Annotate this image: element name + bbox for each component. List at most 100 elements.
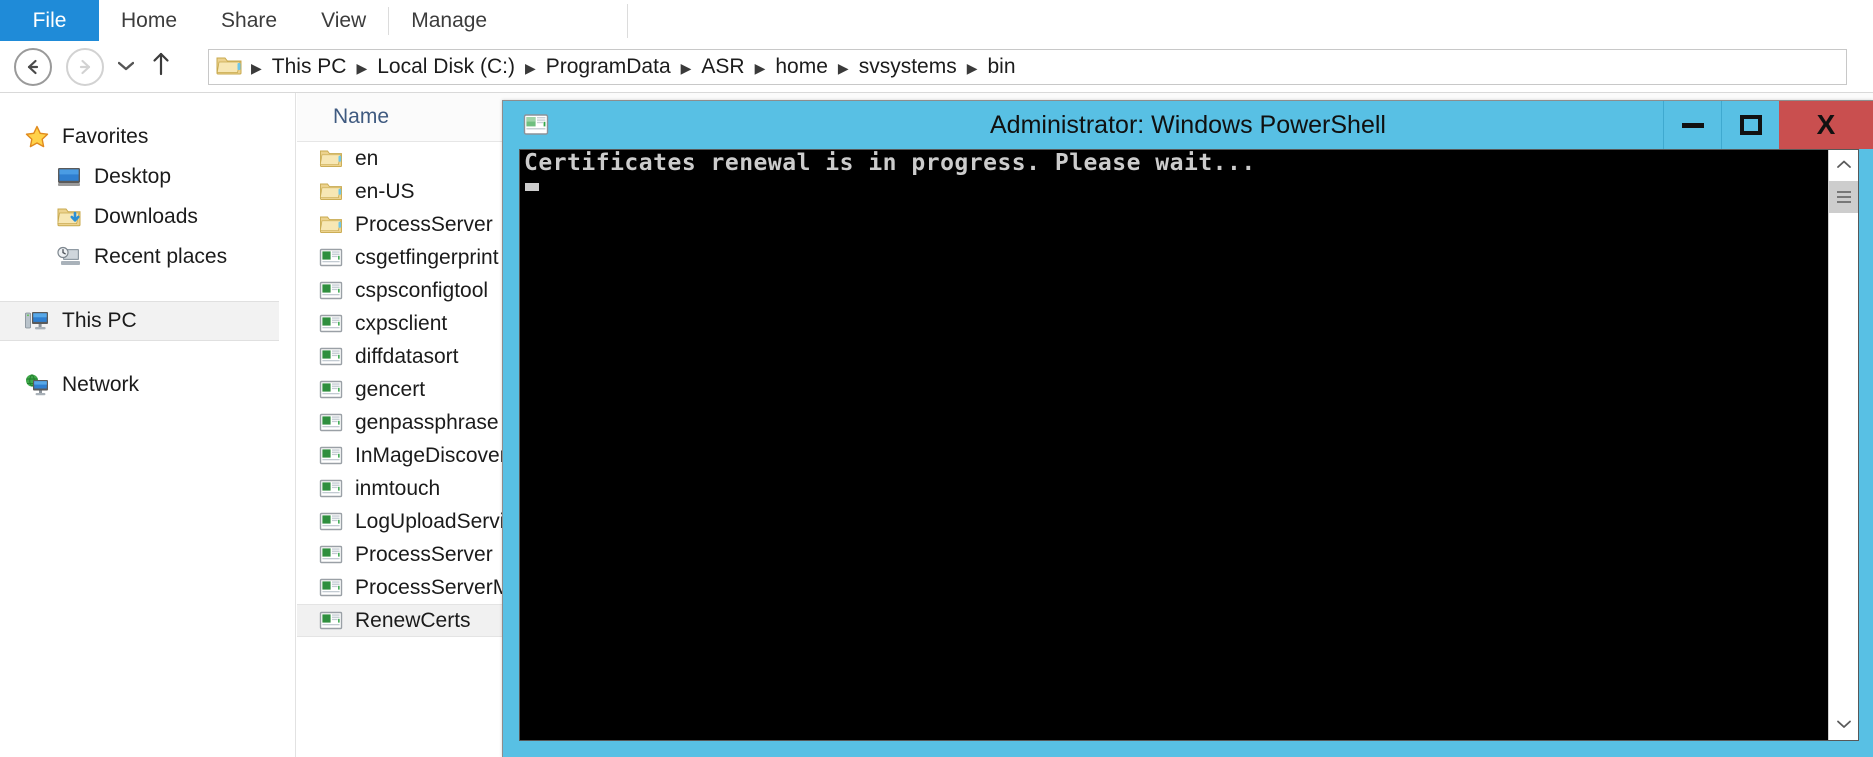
address-bar[interactable]: ▶ This PC ▶ Local Disk (C:) ▶ ProgramDat… (208, 49, 1847, 85)
network-icon (24, 372, 50, 398)
powershell-titlebar[interactable]: Administrator: Windows PowerShell X (503, 101, 1873, 149)
sidebar-item-desktop[interactable]: Desktop (0, 157, 295, 197)
scrollbar-thumb[interactable] (1829, 181, 1858, 213)
tab-file-label: File (32, 8, 67, 32)
breadcrumb-local-disk[interactable]: Local Disk (C:) (373, 55, 519, 79)
sidebar-label: This PC (62, 309, 137, 332)
breadcrumb-home[interactable]: home (771, 55, 832, 79)
tab-home[interactable]: Home (99, 0, 199, 41)
breadcrumb-svsystems[interactable]: svsystems (855, 55, 961, 79)
list-item-label: inmtouch (355, 476, 441, 500)
downloads-folder-icon (56, 204, 82, 230)
close-button[interactable]: X (1779, 101, 1873, 149)
sidebar-label: Network (62, 373, 140, 396)
minimize-icon (1681, 122, 1704, 128)
column-header-name[interactable]: Name (297, 105, 389, 129)
this-pc-icon (24, 308, 50, 334)
application-icon (319, 576, 343, 600)
ribbon-tab-strip: File Home Share View Manage (0, 0, 1873, 43)
application-icon (319, 477, 343, 501)
list-item-label: en-US (355, 179, 415, 203)
breadcrumb-arrow: ▶ (524, 60, 536, 76)
powershell-window[interactable]: Administrator: Windows PowerShell X Cert… (502, 100, 1873, 757)
scroll-up-button[interactable] (1829, 150, 1858, 180)
forward-button[interactable] (66, 48, 104, 86)
up-one-level-button[interactable] (146, 51, 176, 84)
back-button[interactable] (14, 48, 52, 86)
sidebar-item-favorites[interactable]: Favorites (0, 117, 295, 157)
tab-view-label: View (321, 8, 367, 32)
back-arrow-icon (23, 57, 43, 77)
navigation-pane: Favorites Desktop Downloads Recent place… (0, 93, 296, 757)
recent-places-icon (56, 244, 82, 270)
sidebar-label: Desktop (94, 165, 172, 188)
tab-share-label: Share (221, 8, 278, 32)
maximize-icon (1739, 115, 1762, 135)
console-output-line: Certificates renewal is in progress. Ple… (524, 150, 1256, 176)
powershell-console[interactable]: Certificates renewal is in progress. Ple… (519, 149, 1859, 741)
application-icon (319, 411, 343, 435)
tab-manage[interactable]: Manage (389, 0, 509, 41)
sidebar-label: Downloads (94, 205, 198, 228)
star-icon (24, 124, 50, 150)
breadcrumb-asr[interactable]: ASR (697, 55, 748, 79)
list-item-label: RenewCerts (355, 608, 471, 632)
breadcrumb-arrow: ▶ (754, 60, 766, 76)
list-item-label: genpassphrase (355, 410, 499, 434)
list-item-label: LogUploadService (355, 509, 527, 533)
console-cursor (525, 183, 539, 191)
sidebar-item-network[interactable]: Network (0, 365, 295, 405)
list-item-label: en (355, 146, 379, 170)
list-item-label: ProcessServer (355, 542, 493, 566)
scroll-down-button[interactable] (1829, 710, 1858, 740)
breadcrumb-arrow: ▶ (837, 60, 849, 76)
chevron-down-icon (117, 58, 135, 76)
maximize-button[interactable] (1721, 101, 1779, 149)
tab-file[interactable]: File (0, 0, 99, 41)
application-icon (319, 543, 343, 567)
sidebar-item-this-pc[interactable]: This PC (0, 301, 279, 341)
list-item-label: ProcessServer (355, 212, 493, 236)
sidebar-item-recent-places[interactable]: Recent places (0, 237, 295, 277)
list-item-label: diffdatasort (355, 344, 459, 368)
ribbon-empty-area (509, 0, 1873, 42)
minimize-button[interactable] (1663, 101, 1721, 149)
list-item-label: InMageDiscovery (355, 443, 518, 467)
list-item-label: csgetfingerprint (355, 245, 499, 269)
application-icon (319, 246, 343, 270)
recent-locations-button[interactable] (113, 58, 139, 76)
scrollbar-grip-icon (1837, 188, 1851, 206)
folder-icon (215, 53, 243, 82)
breadcrumb-programdata[interactable]: ProgramData (542, 55, 675, 79)
application-icon (319, 378, 343, 402)
sidebar-label: Favorites (62, 125, 149, 148)
tab-share[interactable]: Share (199, 0, 299, 41)
list-item-label: cxpsclient (355, 311, 448, 335)
console-window-icon[interactable] (523, 112, 549, 138)
application-icon (319, 345, 343, 369)
application-icon (319, 279, 343, 303)
breadcrumb-this-pc[interactable]: This PC (268, 55, 351, 79)
list-item-label: gencert (355, 377, 426, 401)
scroll-up-icon (1836, 156, 1852, 174)
breadcrumb-arrow: ▶ (356, 60, 368, 76)
breadcrumb-bin[interactable]: bin (983, 55, 1019, 79)
application-icon (319, 510, 343, 534)
list-item-label: cspsconfigtool (355, 278, 489, 302)
tab-view[interactable]: View (299, 0, 388, 41)
application-icon (319, 444, 343, 468)
breadcrumb-arrow: ▶ (966, 60, 978, 76)
tab-home-label: Home (121, 8, 178, 32)
close-icon: X (1816, 109, 1836, 140)
application-icon (319, 312, 343, 336)
folder-icon (319, 180, 343, 204)
window-controls: X (1663, 101, 1873, 149)
breadcrumb-arrow: ▶ (680, 60, 692, 76)
application-icon (319, 609, 343, 633)
console-scrollbar[interactable] (1828, 150, 1858, 740)
tab-manage-label: Manage (411, 8, 488, 32)
sidebar-item-downloads[interactable]: Downloads (0, 197, 295, 237)
sidebar-label: Recent places (94, 245, 228, 268)
